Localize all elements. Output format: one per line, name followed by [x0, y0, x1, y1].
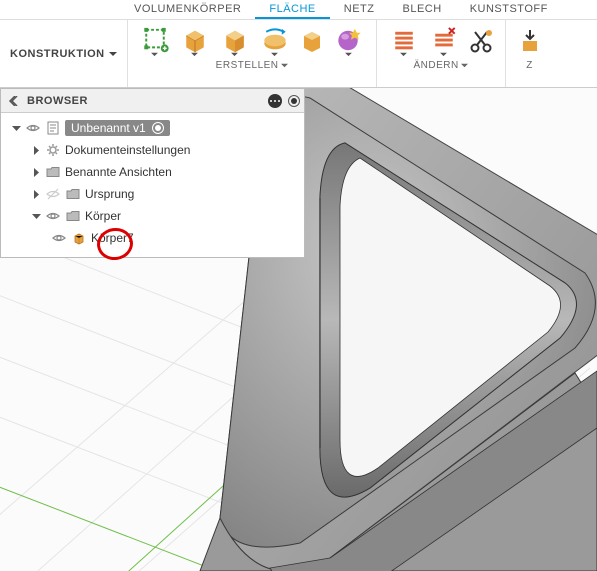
aendern-text: ÄNDERN: [413, 60, 458, 71]
browser-options-button[interactable]: [268, 94, 282, 108]
sweep-icon: [260, 24, 290, 53]
press-pull-button[interactable]: [387, 24, 421, 58]
group-label-erstellen[interactable]: ERSTELLEN: [216, 60, 288, 71]
sketch-create-button[interactable]: [138, 24, 172, 58]
align-icon: [518, 26, 542, 56]
sketch-icon: [140, 24, 170, 53]
twisty-open-icon[interactable]: [11, 123, 21, 133]
fillet-button[interactable]: [427, 24, 461, 58]
koerper7-label: Körper7: [91, 231, 134, 245]
folder-icon: [65, 208, 81, 224]
caret-down-icon: [281, 62, 288, 69]
caret-down-icon: [191, 51, 198, 58]
stack-x-icon: [429, 24, 459, 53]
tab-kunststoff[interactable]: KUNSTSTOFF: [456, 0, 562, 19]
scissors-icon: [468, 26, 494, 56]
caret-down-icon: [345, 51, 352, 58]
stack-icon: [389, 24, 419, 53]
browser-pin-toggle[interactable]: [288, 95, 300, 107]
caret-down-icon: [440, 51, 447, 58]
loft-icon: [300, 26, 324, 56]
browser-tree: Unbenannt v1 Dokumenteinstellungen Benan…: [1, 113, 304, 257]
group-label-z: Z: [526, 60, 533, 71]
browser-title: BROWSER: [23, 95, 264, 107]
document-name-text: Unbenannt v1: [71, 121, 146, 135]
viewport-3d[interactable]: BROWSER Unbenannt v1 Dokumenteinstellung…: [0, 88, 597, 571]
extrude-button[interactable]: [178, 24, 212, 58]
z-text: Z: [526, 60, 533, 71]
ansichten-label: Benannte Ansichten: [65, 165, 172, 179]
tab-flaeche[interactable]: FLÄCHE: [255, 0, 329, 19]
tree-node-koerper[interactable]: Körper: [5, 205, 304, 227]
body-type-icon: [71, 230, 87, 246]
browser-panel: BROWSER Unbenannt v1 Dokumenteinstellung…: [0, 88, 305, 258]
caret-down-icon: [151, 51, 158, 58]
activate-dot-icon[interactable]: [152, 122, 164, 134]
tab-netz[interactable]: NETZ: [330, 0, 389, 19]
erstellen-text: ERSTELLEN: [216, 60, 279, 71]
tree-node-koerper7[interactable]: Körper7: [5, 227, 304, 249]
caret-down-icon: [400, 51, 407, 58]
create-form-button[interactable]: [332, 24, 366, 58]
collapse-left-button[interactable]: [5, 93, 21, 109]
gear-icon: [45, 142, 61, 158]
twisty-open-icon[interactable]: [31, 211, 41, 221]
tree-node-ursprung[interactable]: Ursprung: [5, 183, 304, 205]
group-label-aendern[interactable]: ÄNDERN: [413, 60, 467, 71]
sphere-star-icon: [334, 24, 364, 53]
folder-icon: [45, 164, 61, 180]
document-name-chip[interactable]: Unbenannt v1: [65, 120, 170, 136]
caret-down-icon: [461, 62, 468, 69]
document-icon: [45, 120, 61, 136]
revolve-button[interactable]: [218, 24, 252, 58]
konstruktion-label: KONSTRUKTION: [10, 48, 105, 60]
folder-icon: [65, 186, 81, 202]
koerper-label: Körper: [85, 209, 121, 223]
browser-header: BROWSER: [1, 89, 304, 113]
extrude-icon: [180, 24, 210, 53]
sweep-button[interactable]: [258, 24, 292, 58]
visibility-toggle-off[interactable]: [45, 186, 61, 202]
dokeinst-label: Dokumenteinstellungen: [65, 143, 190, 157]
chevron-left-icon: [8, 96, 18, 106]
twisty-closed-icon[interactable]: [31, 189, 41, 199]
tab-volumenkoerper[interactable]: VOLUMENKÖRPER: [120, 0, 255, 19]
loft-button[interactable]: [298, 24, 326, 58]
tree-node-document[interactable]: Unbenannt v1: [5, 117, 304, 139]
visibility-toggle[interactable]: [51, 230, 67, 246]
visibility-toggle[interactable]: [25, 120, 41, 136]
caret-down-icon: [271, 51, 278, 58]
ursprung-label: Ursprung: [85, 187, 134, 201]
tree-node-dokeinst[interactable]: Dokumenteinstellungen: [5, 139, 304, 161]
assemble-button[interactable]: [516, 24, 544, 58]
twisty-closed-icon[interactable]: [31, 145, 41, 155]
box-icon: [220, 24, 250, 53]
caret-down-icon: [231, 51, 238, 58]
caret-down-icon: [109, 50, 117, 58]
twisty-closed-icon[interactable]: [31, 167, 41, 177]
tree-node-ansichten[interactable]: Benannte Ansichten: [5, 161, 304, 183]
visibility-toggle[interactable]: [45, 208, 61, 224]
trim-button[interactable]: [467, 24, 495, 58]
konstruktion-dropdown[interactable]: KONSTRUKTION: [0, 20, 128, 87]
tab-blech[interactable]: BLECH: [389, 0, 456, 19]
